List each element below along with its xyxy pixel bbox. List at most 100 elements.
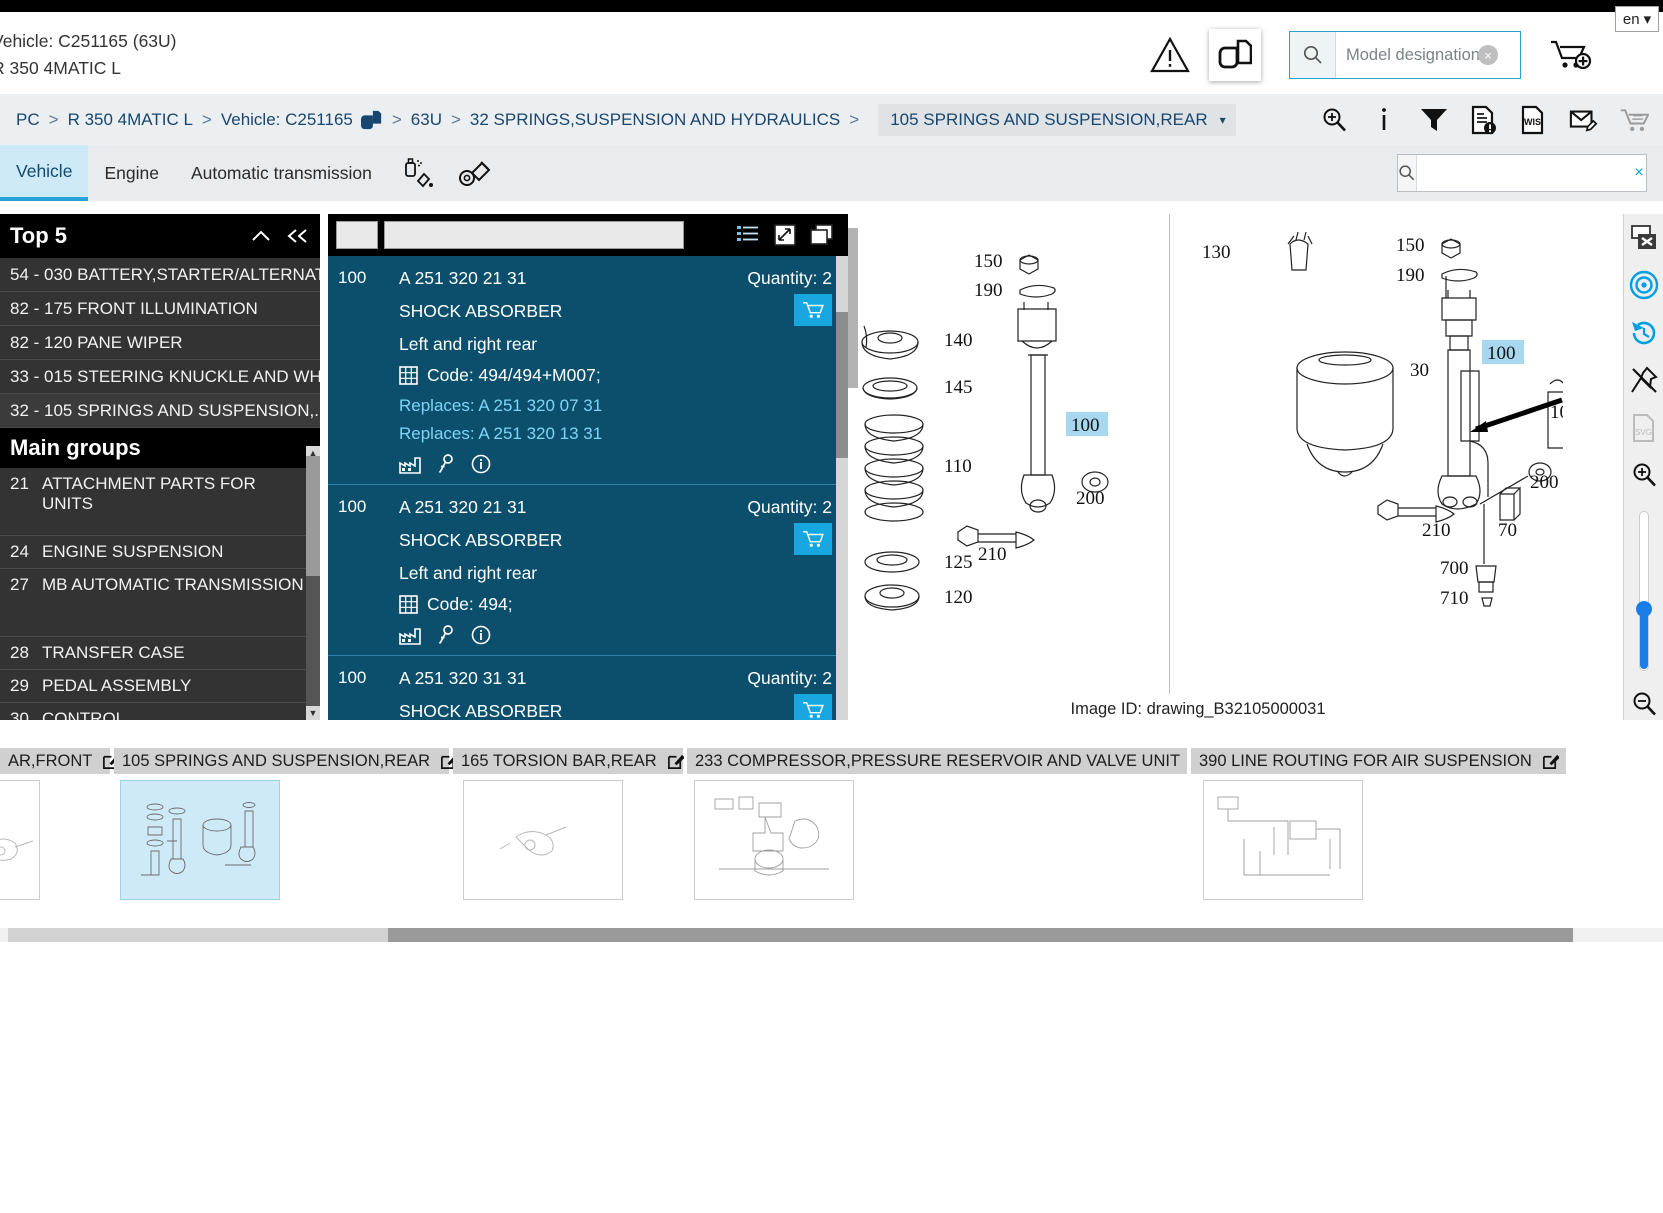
main-group-29[interactable]: 29 PEDAL ASSEMBLY <box>0 670 320 703</box>
history-undo-icon[interactable] <box>1628 317 1660 349</box>
drawing-pane-right[interactable]: 130 150 190 30 100 200 210 70 700 710 10… <box>1169 214 1563 694</box>
key-icon[interactable] <box>437 454 455 474</box>
breadcrumb-current-dropdown[interactable]: 105 SPRINGS AND SUSPENSION,REAR ▾ <box>878 103 1236 136</box>
add-to-cart-button[interactable] <box>794 694 832 720</box>
tab-vehicle[interactable]: Vehicle <box>0 145 89 201</box>
main-group-30[interactable]: 30 CONTROL <box>0 703 320 720</box>
thumbnail-1[interactable] <box>120 780 280 900</box>
scroll-down-arrow[interactable]: ▼ <box>306 706 320 720</box>
zoom-in-icon[interactable] <box>1628 460 1660 492</box>
breadcrumb-item-1[interactable]: R 350 4MATIC L <box>68 110 193 130</box>
subgroup-tab-1[interactable]: 105 SPRINGS AND SUSPENSION,REAR <box>114 748 458 774</box>
main-group-21[interactable]: 21 ATTACHMENT PARTS FOR UNITS <box>0 468 320 536</box>
part-replaces[interactable]: Replaces: A 251 320 07 31 <box>399 396 832 416</box>
part-row[interactable]: 100 A 251 320 31 31 SHOCK ABSORBER Quant… <box>328 656 848 720</box>
edit-icon[interactable] <box>667 753 684 770</box>
image-id-label: Image ID: drawing_B32105000031 <box>1070 700 1326 718</box>
mail-edit-icon[interactable] <box>1569 105 1599 135</box>
parts-list-scrollbar[interactable] <box>836 256 848 720</box>
tab-search-box[interactable]: × <box>1397 154 1647 192</box>
subgroup-tab-3[interactable]: 233 COMPRESSOR,PRESSURE RESERVOIR AND VA… <box>687 748 1208 774</box>
filter-icon[interactable] <box>1419 105 1449 135</box>
top5-item-2[interactable]: 82 - 120 PANE WIPER <box>0 326 320 360</box>
part-row[interactable]: 100 A 251 320 21 31 SHOCK ABSORBER Left … <box>328 485 848 656</box>
table-grid-icon[interactable] <box>399 595 418 614</box>
parts-search-box[interactable] <box>384 221 684 249</box>
factory-icon[interactable] <box>399 626 421 645</box>
thumbnail-4[interactable] <box>1203 780 1363 900</box>
breadcrumb-item-2[interactable]: Vehicle: C251165 <box>221 110 353 130</box>
chevron-up-icon[interactable] <box>250 228 272 244</box>
tab-search-input[interactable] <box>1417 155 1633 191</box>
zoom-slider[interactable] <box>1635 511 1653 671</box>
subgroup-tab-0[interactable]: AR,FRONT <box>0 748 120 774</box>
info-circle-icon[interactable] <box>471 454 491 474</box>
add-to-cart-button[interactable] <box>794 294 832 326</box>
list-view-icon[interactable] <box>736 224 760 246</box>
top5-item-4[interactable]: 32 - 105 SPRINGS AND SUSPENSION,... <box>0 394 320 428</box>
key-icon[interactable] <box>437 625 455 645</box>
language-selector[interactable]: en ▾ <box>1615 6 1659 32</box>
breadcrumb-item-4[interactable]: 32 SPRINGS,SUSPENSION AND HYDRAULICS <box>470 110 840 130</box>
double-chevron-left-icon[interactable] <box>286 228 310 244</box>
cart-add-icon[interactable] <box>1545 38 1597 72</box>
clear-search-icon[interactable]: × <box>1478 45 1498 65</box>
drawing-left-svg: 140 145 110 125 120 150 190 100 200 210 … <box>848 251 1109 611</box>
subgroup-tab-2[interactable]: 165 TORSION BAR,REAR <box>453 748 684 774</box>
scroll-thumb[interactable] <box>388 928 1573 942</box>
top5-item-0[interactable]: 54 - 030 BATTERY,STARTER/ALTERNAT... <box>0 258 320 292</box>
main-group-28[interactable]: 28 TRANSFER CASE <box>0 637 320 670</box>
wis-document-icon[interactable]: WIS <box>1519 105 1549 135</box>
document-alert-icon[interactable] <box>1469 105 1499 135</box>
wheel-bolt-icon[interactable] <box>458 157 494 189</box>
thumbnail-2[interactable] <box>463 780 623 900</box>
scroll-track-left[interactable] <box>8 928 388 942</box>
copy-documents-icon[interactable] <box>1209 29 1261 81</box>
group-number: 21 <box>10 474 29 493</box>
breadcrumb-item-0[interactable]: PC <box>16 110 40 130</box>
part-name: SHOCK ABSORBER <box>399 530 563 550</box>
part-row[interactable]: 100 A 251 320 21 31 SHOCK ABSORBER Left … <box>328 256 848 485</box>
add-to-cart-button[interactable] <box>794 523 832 555</box>
warning-triangle-icon[interactable] <box>1147 32 1193 78</box>
thumbnail-0[interactable] <box>0 780 40 900</box>
svg-export-icon[interactable]: SVG <box>1628 412 1660 444</box>
table-grid-icon[interactable] <box>399 366 418 385</box>
tab-automatic-transmission[interactable]: Automatic transmission <box>175 145 388 201</box>
drawing-pane-left[interactable]: 140 145 110 125 120 150 190 100 200 210 … <box>848 214 1168 694</box>
clear-icon[interactable]: × <box>1632 155 1646 191</box>
scroll-thumb[interactable] <box>306 456 320 576</box>
paint-spray-icon[interactable] <box>402 157 436 189</box>
target-icon[interactable] <box>1628 270 1660 302</box>
unpin-icon[interactable] <box>1628 365 1660 397</box>
factory-icon[interactable] <box>399 455 421 474</box>
duplicate-window-icon[interactable] <box>810 224 834 246</box>
thumbnail-3[interactable] <box>694 780 854 900</box>
edit-icon[interactable] <box>1542 753 1559 770</box>
callout-120: 120 <box>944 587 973 608</box>
breadcrumb-item-3[interactable]: 63U <box>411 110 442 130</box>
vehicle-copy-icon[interactable] <box>360 109 383 131</box>
thumbnail-horizontal-scrollbar[interactable] <box>0 928 1663 942</box>
cart-icon[interactable] <box>1619 105 1649 135</box>
top5-item-3[interactable]: 33 - 015 STEERING KNUCKLE AND WH... <box>0 360 320 394</box>
main-group-27[interactable]: 27 MB AUTOMATIC TRANSMISSION <box>0 569 320 637</box>
zoom-out-icon[interactable] <box>1628 689 1660 721</box>
main-group-24[interactable]: 24 ENGINE SUSPENSION <box>0 536 320 569</box>
search-icon <box>1290 32 1336 78</box>
scroll-thumb[interactable] <box>836 312 848 458</box>
sidebar-scrollbar[interactable]: ▲ ▼ <box>306 446 320 720</box>
close-window-icon[interactable] <box>1628 222 1660 254</box>
expand-icon[interactable] <box>774 224 796 246</box>
zoom-slider-handle[interactable] <box>1635 600 1652 617</box>
part-replaces[interactable]: Replaces: A 251 320 13 31 <box>399 424 832 444</box>
tab-engine[interactable]: Engine <box>88 145 175 201</box>
info-icon[interactable] <box>1369 105 1399 135</box>
drawing-scroll-indicator[interactable] <box>848 228 858 388</box>
top5-item-1[interactable]: 82 - 175 FRONT ILLUMINATION <box>0 292 320 326</box>
parts-filter-box[interactable] <box>336 221 378 249</box>
model-designation-search[interactable]: × <box>1289 31 1521 79</box>
zoom-search-icon[interactable] <box>1319 105 1349 135</box>
subgroup-tab-4[interactable]: 390 LINE ROUTING FOR AIR SUSPENSION <box>1191 748 1566 774</box>
info-circle-icon[interactable] <box>471 625 491 645</box>
